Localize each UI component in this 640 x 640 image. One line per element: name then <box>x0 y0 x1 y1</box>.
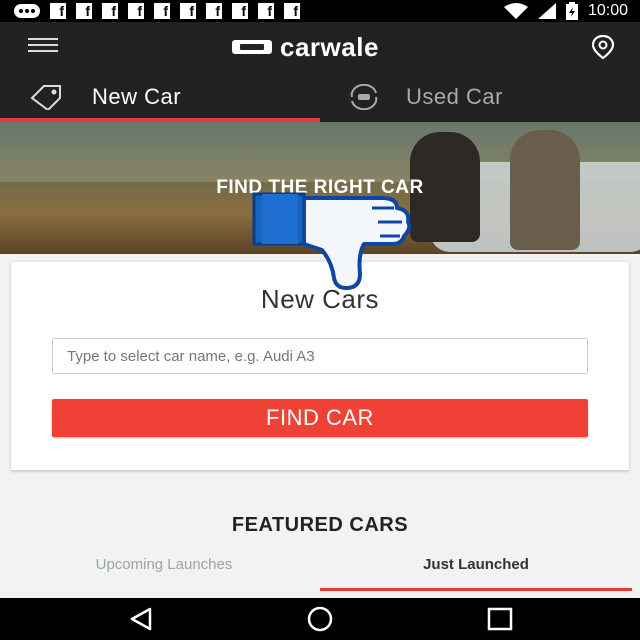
home-icon[interactable] <box>300 606 340 632</box>
status-bar: f f f f f f f f f f 10:00 <box>0 0 640 22</box>
tab-just-launched[interactable]: Just Launched <box>316 556 636 590</box>
find-car-button[interactable]: FIND CAR <box>52 399 588 437</box>
brand-logo[interactable]: carwale <box>230 32 379 62</box>
facebook-icon: f <box>258 3 274 19</box>
tab-upcoming-launches[interactable]: Upcoming Launches <box>4 556 324 590</box>
facebook-icon: f <box>154 3 170 19</box>
tab-used-car-label: Used Car <box>406 84 503 109</box>
notification-icons: f f f f f f f f f f <box>14 3 300 19</box>
wifi-icon <box>503 3 528 19</box>
facebook-icon: f <box>128 3 144 19</box>
car-cycle-icon <box>350 84 378 110</box>
location-pin-icon[interactable] <box>590 34 616 60</box>
facebook-icon: f <box>232 3 248 19</box>
featured-active-tab-indicator <box>320 588 632 591</box>
messenger-icon <box>14 4 40 18</box>
signal-icon <box>537 3 556 19</box>
tab-new-car[interactable]: New Car <box>0 72 320 122</box>
hamburger-icon[interactable] <box>28 38 60 58</box>
tab-new-car-label: New Car <box>92 84 182 109</box>
tag-icon <box>30 85 61 110</box>
app-bar: carwale <box>0 22 640 72</box>
system-icons: 10:00 <box>503 2 628 20</box>
facebook-icon: f <box>76 3 92 19</box>
recents-icon[interactable] <box>480 606 520 632</box>
facebook-icon: f <box>180 3 196 19</box>
tab-used-car[interactable]: Used Car <box>320 72 640 122</box>
facebook-icon: f <box>50 3 66 19</box>
facebook-icon: f <box>102 3 118 19</box>
carwale-logo-icon <box>232 40 272 54</box>
status-time: 10:00 <box>587 2 628 19</box>
thumbs-down-icon <box>252 192 412 290</box>
new-cars-search-card: New Cars FIND CAR <box>11 262 629 470</box>
back-icon[interactable] <box>122 606 162 632</box>
battery-charging-icon <box>565 2 578 20</box>
facebook-icon: f <box>284 3 300 19</box>
brand-name: carwale <box>280 31 379 62</box>
car-type-tabs: New Car Used Car <box>0 72 640 122</box>
featured-cars-title: FEATURED CARS <box>231 514 409 536</box>
facebook-icon: f <box>206 3 222 19</box>
car-search-input[interactable] <box>52 338 588 374</box>
system-nav-bar <box>0 598 640 640</box>
